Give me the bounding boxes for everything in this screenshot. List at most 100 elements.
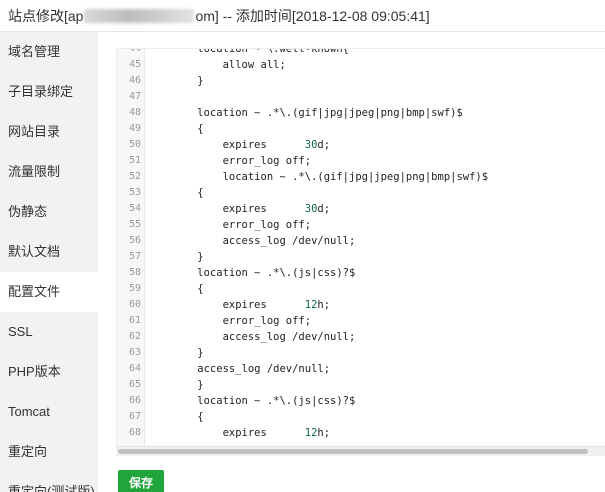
code-text: access_log /dev/null; xyxy=(172,235,356,247)
redacted-domain xyxy=(84,8,195,23)
line-number: 56 xyxy=(128,235,141,246)
code-token: h; xyxy=(317,299,331,311)
code-line: 61 error_log off; xyxy=(117,313,605,329)
code-line: 51 error_log off; xyxy=(117,153,605,169)
line-number: 47 xyxy=(128,91,141,102)
save-button[interactable]: 保存 xyxy=(118,470,164,492)
scrollbar-thumb[interactable] xyxy=(118,449,588,454)
code-line: 44 location ~ \.well-known{ xyxy=(117,48,605,57)
code-line: 48 location ~ .*\.(gif|jpg|jpeg|png|bmp|… xyxy=(117,105,605,121)
line-number: 66 xyxy=(128,395,141,406)
code-number: 12 xyxy=(304,427,318,439)
code-line: 54 expires 30d; xyxy=(117,201,605,217)
sidebar-item[interactable]: Tomcat xyxy=(0,392,98,432)
sidebar-item[interactable]: 重定向(测试版) xyxy=(0,472,98,492)
line-number: 63 xyxy=(128,347,141,358)
code-line: 47 xyxy=(117,89,605,105)
line-number: 54 xyxy=(128,203,141,214)
code-line: 53 { xyxy=(117,185,605,201)
sidebar-item[interactable]: 伪静态 xyxy=(0,192,98,232)
line-number: 52 xyxy=(128,171,141,182)
code-text: error_log off; xyxy=(172,219,312,231)
sidebar-item[interactable]: 默认文档 xyxy=(0,232,98,272)
code-text: } xyxy=(172,251,204,263)
config-editor[interactable]: 44 location ~ \.well-known{45 allow all;… xyxy=(116,48,605,456)
sidebar-item[interactable]: 重定向 xyxy=(0,432,98,472)
line-number: 50 xyxy=(128,139,141,150)
code-text: { xyxy=(172,411,204,423)
line-number: 57 xyxy=(128,251,141,262)
code-text: location ~ \.well-known{ xyxy=(172,48,350,55)
code-text: error_log off; xyxy=(172,155,312,167)
code-token: h; xyxy=(317,427,331,439)
code-line: 60 expires 12h; xyxy=(117,297,605,313)
code-text: } xyxy=(172,347,204,359)
code-line: 45 allow all; xyxy=(117,57,605,73)
code-text: expires 12h; xyxy=(172,297,331,313)
code-lines[interactable]: 44 location ~ \.well-known{45 allow all;… xyxy=(117,48,605,441)
line-number: 60 xyxy=(128,299,141,310)
code-line: 46 } xyxy=(117,73,605,89)
sidebar-item[interactable]: 配置文件 xyxy=(0,272,98,312)
line-number: 59 xyxy=(128,283,141,294)
code-text: location ~ .*\.(gif|jpg|jpeg|png|bmp|swf… xyxy=(172,107,463,119)
sidebar-item[interactable]: SSL xyxy=(0,312,98,352)
code-line: 66 location ~ .*\.(js|css)?$ xyxy=(117,393,605,409)
code-token: d; xyxy=(317,139,331,151)
window-title: 站点修改[ap om] -- 添加时间[2018-12-08 09:05:41] xyxy=(0,0,605,32)
code-text: } xyxy=(172,75,204,87)
code-line: 65 } xyxy=(117,377,605,393)
line-number: 58 xyxy=(128,267,141,278)
sidebar-item[interactable]: PHP版本 xyxy=(0,352,98,392)
code-line: 68 expires 12h; xyxy=(117,425,605,441)
code-text: { xyxy=(172,187,204,199)
line-number: 61 xyxy=(128,315,141,326)
sidebar: 域名管理 子目录绑定 网站目录 流量限制 伪静态 默认文档 配置文件 SSL PHP版本 Tomc… xyxy=(0,32,98,492)
code-line: 63 } xyxy=(117,345,605,361)
code-number: 30 xyxy=(304,203,318,215)
code-text: location ~ .*\.(gif|jpg|jpeg|png|bmp|swf… xyxy=(172,171,489,183)
code-text: access_log /dev/null; xyxy=(172,331,356,343)
code-text: access_log /dev/null; xyxy=(172,363,331,375)
code-line: 59 { xyxy=(117,281,605,297)
title-suffix: om] -- 添加时间[2018-12-08 09:05:41] xyxy=(195,7,430,24)
horizontal-scrollbar[interactable] xyxy=(116,446,605,456)
code-text: expires 30d; xyxy=(172,137,331,153)
code-line: 55 error_log off; xyxy=(117,217,605,233)
line-number: 67 xyxy=(128,411,141,422)
code-line: 56 access_log /dev/null; xyxy=(117,233,605,249)
line-number: 48 xyxy=(128,107,141,118)
code-text: error_log off; xyxy=(172,315,312,327)
line-number: 51 xyxy=(128,155,141,166)
code-text: } xyxy=(172,379,204,391)
code-line: 62 access_log /dev/null; xyxy=(117,329,605,345)
code-text: { xyxy=(172,283,204,295)
code-text: location ~ .*\.(js|css)?$ xyxy=(172,267,356,279)
sidebar-item[interactable]: 流量限制 xyxy=(0,152,98,192)
line-number: 53 xyxy=(128,187,141,198)
code-text: expires 30d; xyxy=(172,201,331,217)
code-line: 57 } xyxy=(117,249,605,265)
code-text: expires 12h; xyxy=(172,425,331,441)
code-token: expires xyxy=(172,203,305,215)
code-text: allow all; xyxy=(172,59,286,71)
title-prefix: 站点修改[ap xyxy=(8,7,84,24)
line-number: 49 xyxy=(128,123,141,134)
line-number: 45 xyxy=(128,59,141,70)
code-text: location ~ .*\.(js|css)?$ xyxy=(172,395,356,407)
code-line: 67 { xyxy=(117,409,605,425)
code-token: d; xyxy=(317,203,331,215)
code-text: { xyxy=(172,123,204,135)
sidebar-item[interactable]: 域名管理 xyxy=(0,32,98,72)
code-number: 30 xyxy=(304,139,318,151)
sidebar-item[interactable]: 网站目录 xyxy=(0,112,98,152)
line-number: 44 xyxy=(128,48,141,54)
sidebar-item[interactable]: 子目录绑定 xyxy=(0,72,98,112)
line-number: 62 xyxy=(128,331,141,342)
code-token: expires xyxy=(172,427,305,439)
code-line: 64 access_log /dev/null; xyxy=(117,361,605,377)
code-token: expires xyxy=(172,299,305,311)
line-number: 46 xyxy=(128,75,141,86)
code-line: 50 expires 30d; xyxy=(117,137,605,153)
line-number: 64 xyxy=(128,363,141,374)
